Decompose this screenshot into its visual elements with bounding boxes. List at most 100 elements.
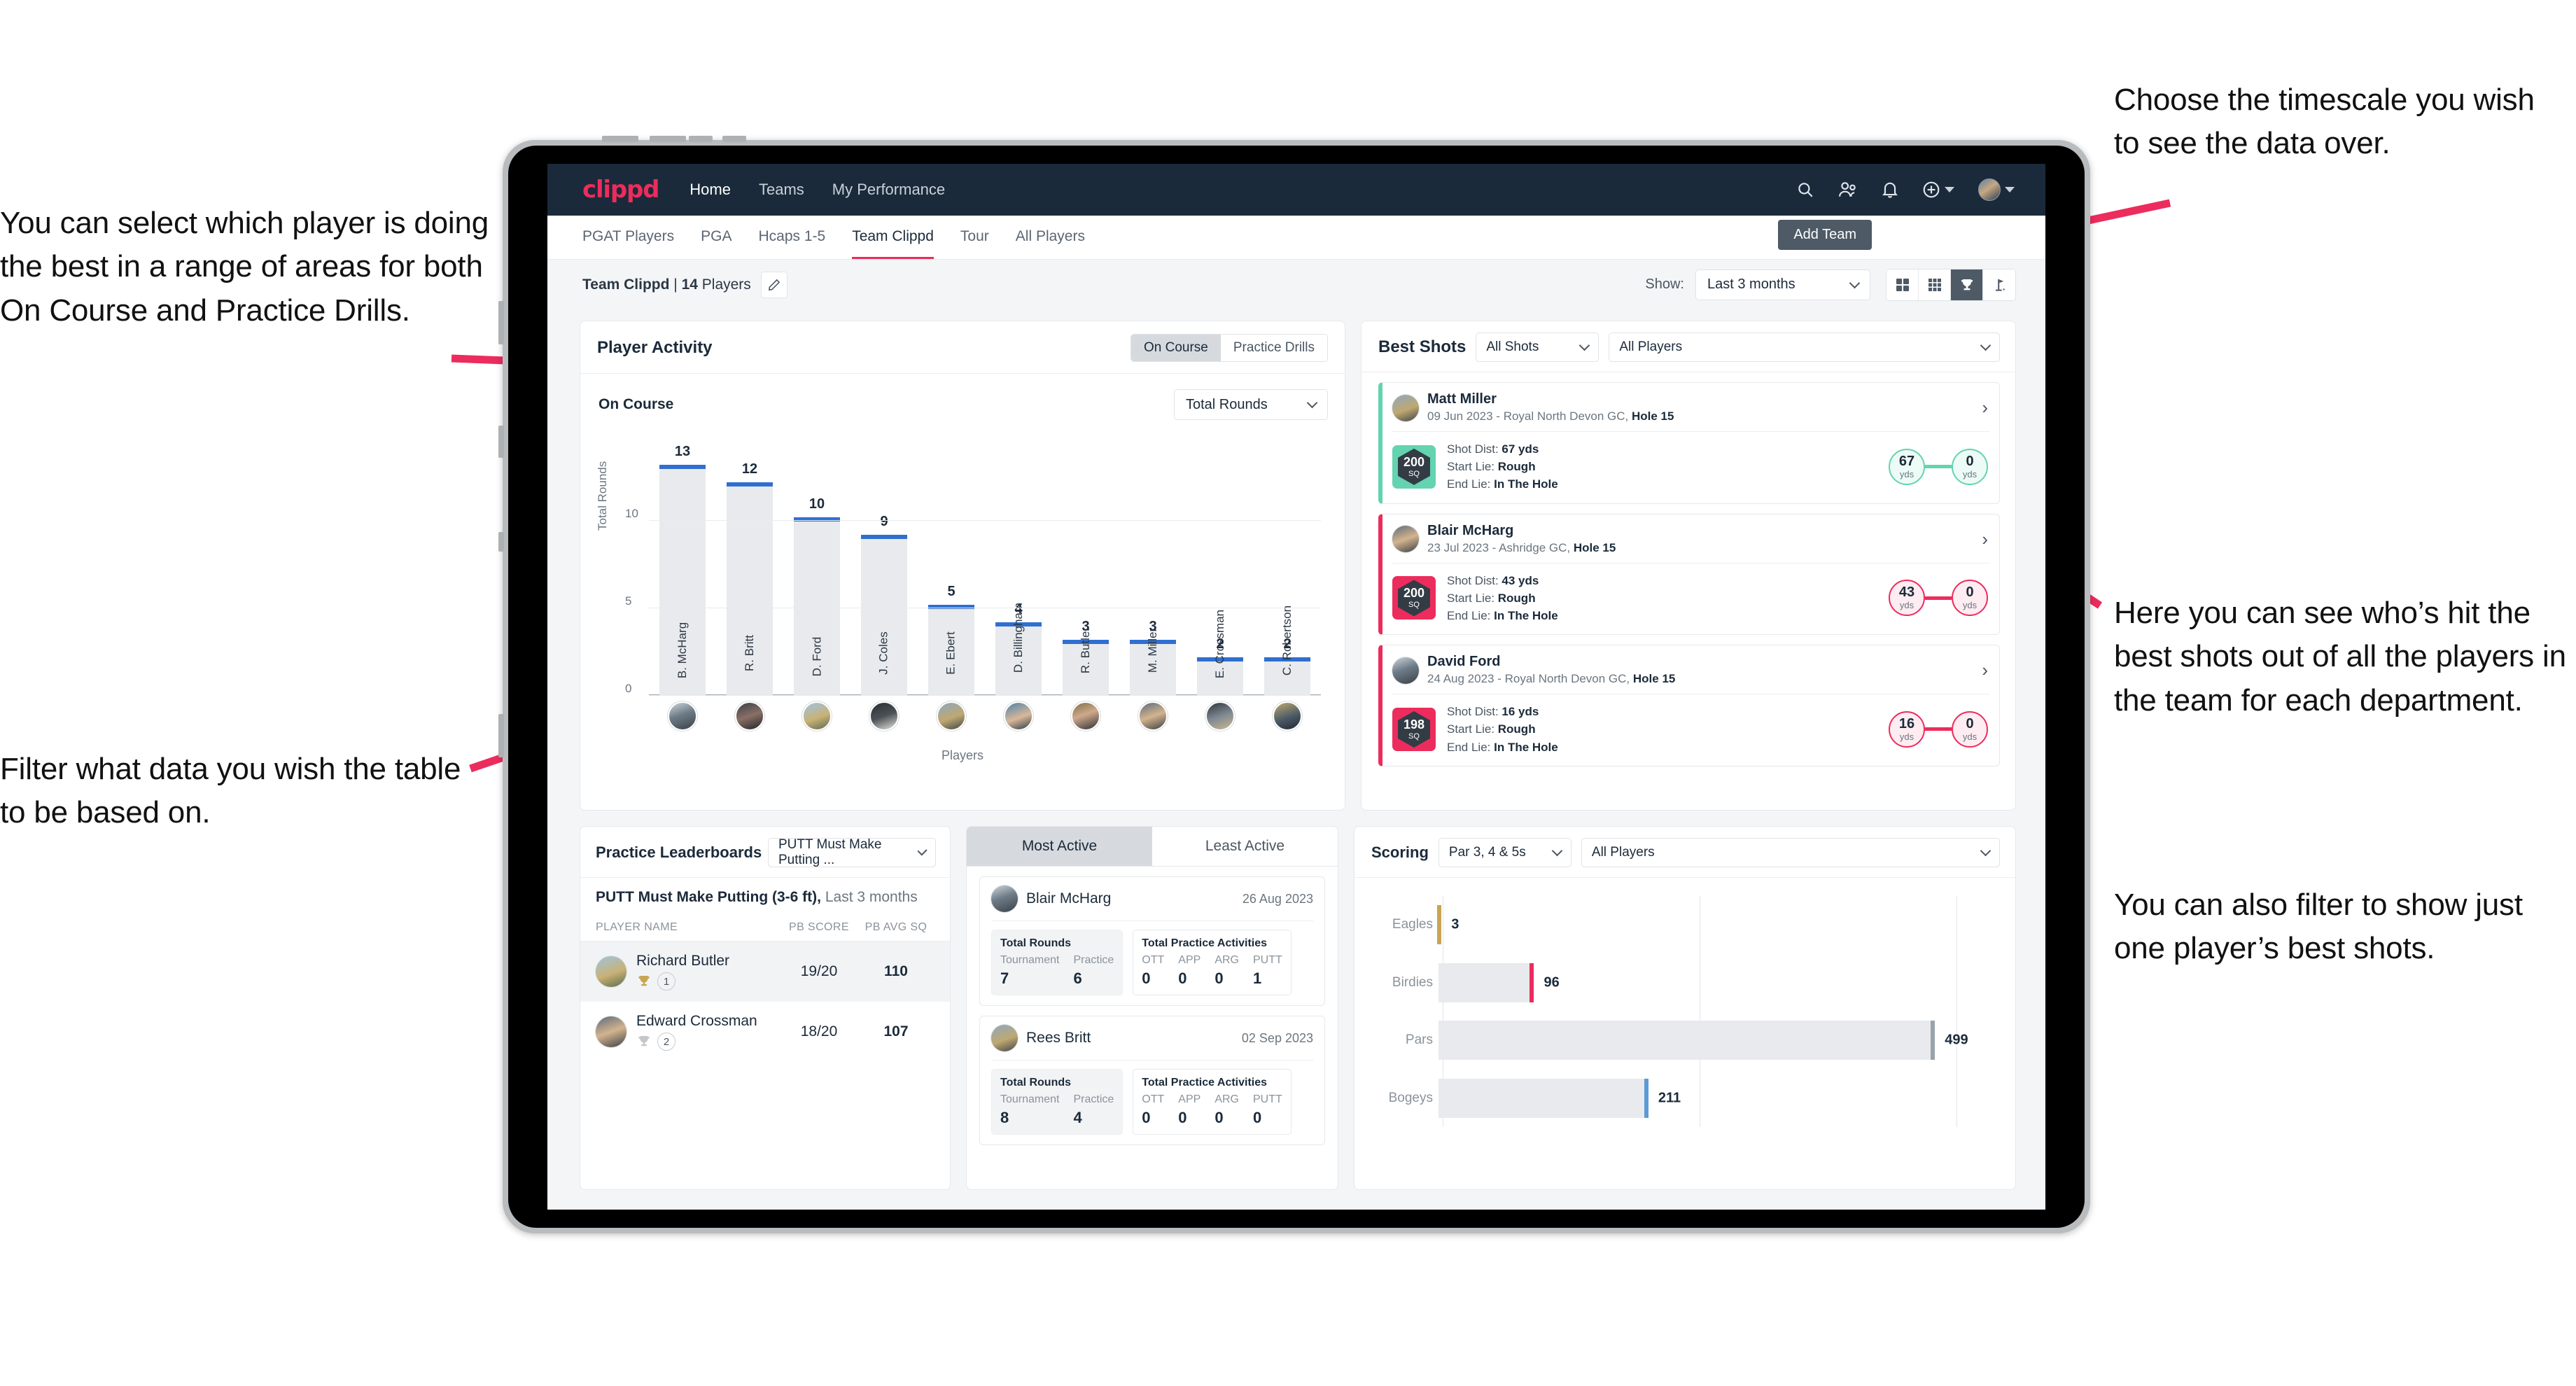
people-icon[interactable] (1838, 181, 1858, 199)
chevron-down-icon (1945, 187, 1954, 192)
view-flag-button[interactable] (1983, 269, 2015, 300)
practice-leaderboards-card: Practice Leaderboards PUTT Must Make Put… (580, 826, 951, 1190)
best-shot-card[interactable]: Matt Miller 09 Jun 2023 - Royal North Dev… (1378, 382, 2000, 504)
scoring-bar-row[interactable]: Birdies 96 (1371, 954, 1996, 1012)
chart-y-axis-label: Total Rounds (596, 461, 609, 531)
tab-hcaps-1-5[interactable]: Hcaps 1-5 (758, 216, 825, 259)
total-practice-box: Total Practice Activities OTT 0 APP 0 ARG 0 PUT… (1133, 930, 1292, 995)
view-grid-2x2-button[interactable] (1886, 269, 1919, 300)
scoring-card: Scoring Par 3, 4 & 5s All Players Eagles… (1354, 826, 2016, 1190)
practice-metric-label: OTT (1142, 1093, 1165, 1105)
player-rank: 2 (636, 1032, 780, 1051)
tablet-button-left-2 (498, 532, 504, 552)
tab-pgat-players[interactable]: PGAT Players (582, 216, 674, 259)
timescale-select[interactable]: Last 3 months (1695, 269, 1870, 300)
segment-on-course[interactable]: On Course (1131, 335, 1221, 361)
metric-select[interactable]: Total Rounds (1174, 389, 1328, 420)
add-team-tooltip[interactable]: Add Team (1778, 220, 1872, 250)
chevron-right-icon[interactable]: › (1975, 659, 1988, 681)
chart-bar-cell[interactable]: 12 R. Britt (716, 451, 783, 696)
end-lie-label: End Lie: (1447, 608, 1494, 622)
tab-team-clippd[interactable]: Team Clippd (852, 216, 934, 259)
tablet-button-top-2 (650, 136, 686, 142)
tab-least-active[interactable]: Least Active (1152, 827, 1338, 866)
hexagon-icon: 198 SQ (1398, 710, 1430, 748)
avatar[interactable] (1138, 701, 1168, 731)
shot-quality-value: 198 (1403, 717, 1425, 732)
avatar[interactable] (1273, 701, 1302, 731)
sub-header: Team Clippd | 14 Players Show: Last 3 mo… (547, 259, 2045, 309)
end-lie-line: End Lie: In The Hole (1447, 607, 1558, 624)
scoring-bar-row[interactable]: Pars 499 (1371, 1011, 1996, 1070)
practice-metric-value: 0 (1142, 1109, 1151, 1126)
avatar[interactable] (1205, 701, 1235, 731)
tab-most-active[interactable]: Most Active (967, 827, 1152, 866)
player-activity-card: Player Activity On Course Practice Drill… (580, 321, 1345, 811)
chevron-down-icon (2005, 187, 2015, 192)
scoring-par-filter[interactable]: Par 3, 4 & 5s (1438, 838, 1572, 867)
avatar[interactable] (937, 701, 966, 731)
activity-item[interactable]: Blair McHarg 26 Aug 2023 Total Rounds Tourn… (979, 876, 1325, 1006)
table-row[interactable]: Richard Butler 1 19/20 110 (580, 941, 950, 1002)
chart-bar-cell[interactable]: 9 J. Coles (850, 451, 918, 696)
chart-bar-cell[interactable]: 4 D. Billingham (985, 451, 1052, 696)
chart-bar-cell[interactable]: 3 R. Butler (1052, 451, 1119, 696)
best-shot-body: 200 SQ Shot Dist: 43 yds Start Lie: Rough En… (1382, 564, 1999, 634)
best-shot-card[interactable]: David Ford 24 Aug 2023 - Royal North Devo… (1378, 645, 2000, 766)
best-shot-header: David Ford 24 Aug 2023 - Royal North Devo… (1382, 645, 1999, 694)
chart-y-tick-label: 0 (625, 682, 632, 695)
chart-bar-cell[interactable]: 2 E. Crossman (1186, 451, 1254, 696)
bell-icon[interactable] (1882, 181, 1898, 199)
hexagon-icon: 200 SQ (1398, 448, 1430, 485)
plus-circle-icon[interactable] (1922, 181, 1954, 199)
scoring-bar-row[interactable]: Bogeys 211 (1371, 1070, 1996, 1128)
player-activity-chart: Total Rounds 13 B. McHarg 12 R. Britt 10 D. F… (596, 433, 1326, 762)
avatar[interactable] (668, 701, 697, 731)
tab-all-players[interactable]: All Players (1016, 216, 1085, 259)
chart-bar-cell[interactable]: 13 B. McHarg (649, 444, 716, 696)
shot-quality-unit: SQ (1408, 601, 1420, 610)
avatar[interactable] (735, 701, 764, 731)
avatar[interactable] (1978, 178, 2015, 201)
avatar[interactable] (802, 701, 832, 731)
distance-from: 16 yds (1889, 710, 1925, 748)
practice-metric-label: OTT (1142, 954, 1165, 966)
distance-to-unit: yds (1962, 600, 1977, 611)
search-icon[interactable] (1796, 181, 1814, 199)
chart-bar-cell[interactable]: 10 D. Ford (783, 451, 850, 696)
nav-link-my-performance[interactable]: My Performance (832, 181, 945, 199)
best-shots-shot-filter[interactable]: All Shots (1476, 332, 1600, 362)
scoring-player-filter[interactable]: All Players (1581, 838, 2000, 867)
shot-dist-label: Shot Dist: (1447, 442, 1502, 456)
nav-link-teams[interactable]: Teams (759, 181, 804, 199)
tab-tour[interactable]: Tour (960, 216, 989, 259)
table-row[interactable]: Edward Crossman 2 18/20 107 (580, 1002, 950, 1062)
avatar[interactable] (869, 701, 899, 731)
avatar[interactable] (1071, 701, 1100, 731)
shot-quality-value: 200 (1403, 454, 1425, 469)
best-shots-player-filter[interactable]: All Players (1609, 332, 2000, 362)
rounds-metric: Tournament 8 (1000, 1093, 1060, 1127)
chart-bar-cell[interactable]: 3 M. Miller (1119, 451, 1186, 696)
activity-item[interactable]: Rees Britt 02 Sep 2023 Total Rounds Tournam… (979, 1016, 1325, 1145)
scoring-chart: Eagles 3 Birdies 96 Pars 499 Bogeys 211 (1371, 896, 1996, 1127)
nav-link-home[interactable]: Home (690, 181, 731, 199)
chart-bar-cell[interactable]: 2 C. Robertson (1254, 451, 1321, 696)
avatar[interactable] (1004, 701, 1033, 731)
chart-avatar-cell (783, 701, 850, 731)
best-shot-date-course: 24 Aug 2023 - Royal North Devon GC, (1427, 672, 1633, 686)
view-trophy-button[interactable] (1951, 269, 1983, 300)
total-practice-metrics: OTT 0 APP 0 ARG 0 PUTT 0 (1142, 1093, 1282, 1127)
chart-bar-cell[interactable]: 5 E. Ebert (918, 451, 985, 696)
best-shot-card[interactable]: Blair McHarg 23 Jul 2023 - Ashridge GC, H… (1378, 513, 2000, 636)
chevron-right-icon[interactable]: › (1975, 397, 1988, 419)
drill-select[interactable]: PUTT Must Make Putting ... (768, 837, 936, 867)
chevron-right-icon[interactable]: › (1975, 528, 1988, 550)
tab-pga[interactable]: PGA (701, 216, 732, 259)
scoring-bar-track: 499 (1438, 1021, 1996, 1060)
segment-practice-drills[interactable]: Practice Drills (1220, 335, 1327, 361)
view-grid-3x3-button[interactable] (1919, 269, 1951, 300)
clippd-logo[interactable]: clippd (582, 176, 659, 204)
scoring-bar-row[interactable]: Eagles 3 (1371, 896, 1996, 954)
edit-team-button[interactable] (760, 271, 788, 298)
